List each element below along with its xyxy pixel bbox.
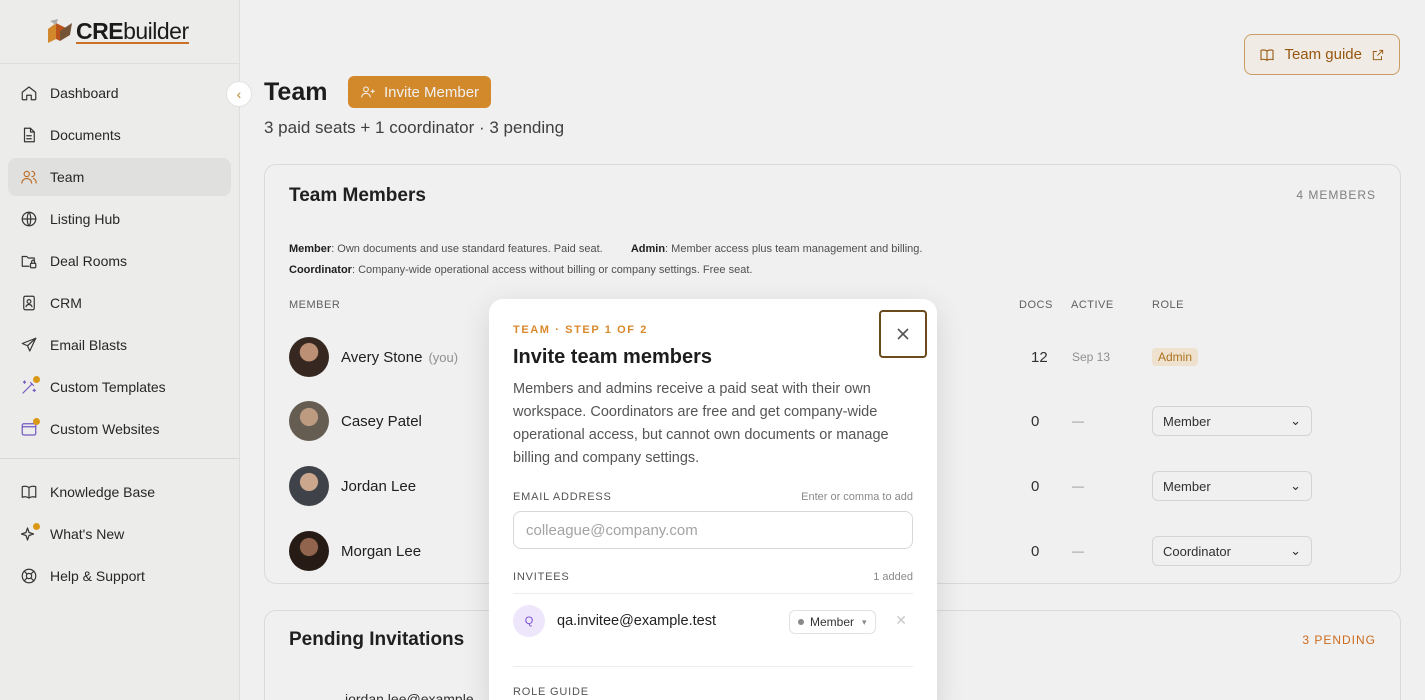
email-input[interactable] xyxy=(513,511,913,549)
chevron-left-icon: ‹ xyxy=(236,86,242,102)
close-icon xyxy=(897,328,909,340)
role-dot xyxy=(798,619,804,625)
remove-invitee-button[interactable]: ✕ xyxy=(895,612,907,629)
role-guide-label: ROLE GUIDE xyxy=(513,686,589,698)
invitees-count: 1 added xyxy=(873,571,913,583)
modal-description: Members and admins receive a paid seat w… xyxy=(513,381,889,466)
chevron-down-icon: ▾ xyxy=(862,616,867,627)
sidebar-collapse-button[interactable]: ‹ xyxy=(226,81,252,107)
email-hint: Enter or comma to add xyxy=(801,491,913,503)
divider xyxy=(513,593,913,594)
invitees-label: INVITEES xyxy=(513,571,570,583)
invite-modal: TEAM · STEP 1 OF 2 Invite team members M… xyxy=(489,299,937,700)
step-indicator: TEAM · STEP 1 OF 2 xyxy=(513,324,648,336)
close-button[interactable] xyxy=(879,310,927,358)
invitee-role-select[interactable]: Member ▾ xyxy=(789,610,876,634)
email-label: EMAIL ADDRESS xyxy=(513,491,612,503)
invitee-email: qa.invitee@example.test xyxy=(557,613,716,629)
invitee-item: Q qa.invitee@example.test Member ▾ ✕ xyxy=(513,605,913,637)
modal-title: Invite team members xyxy=(513,346,712,368)
invitee-avatar: Q xyxy=(513,605,545,637)
divider xyxy=(513,666,913,667)
